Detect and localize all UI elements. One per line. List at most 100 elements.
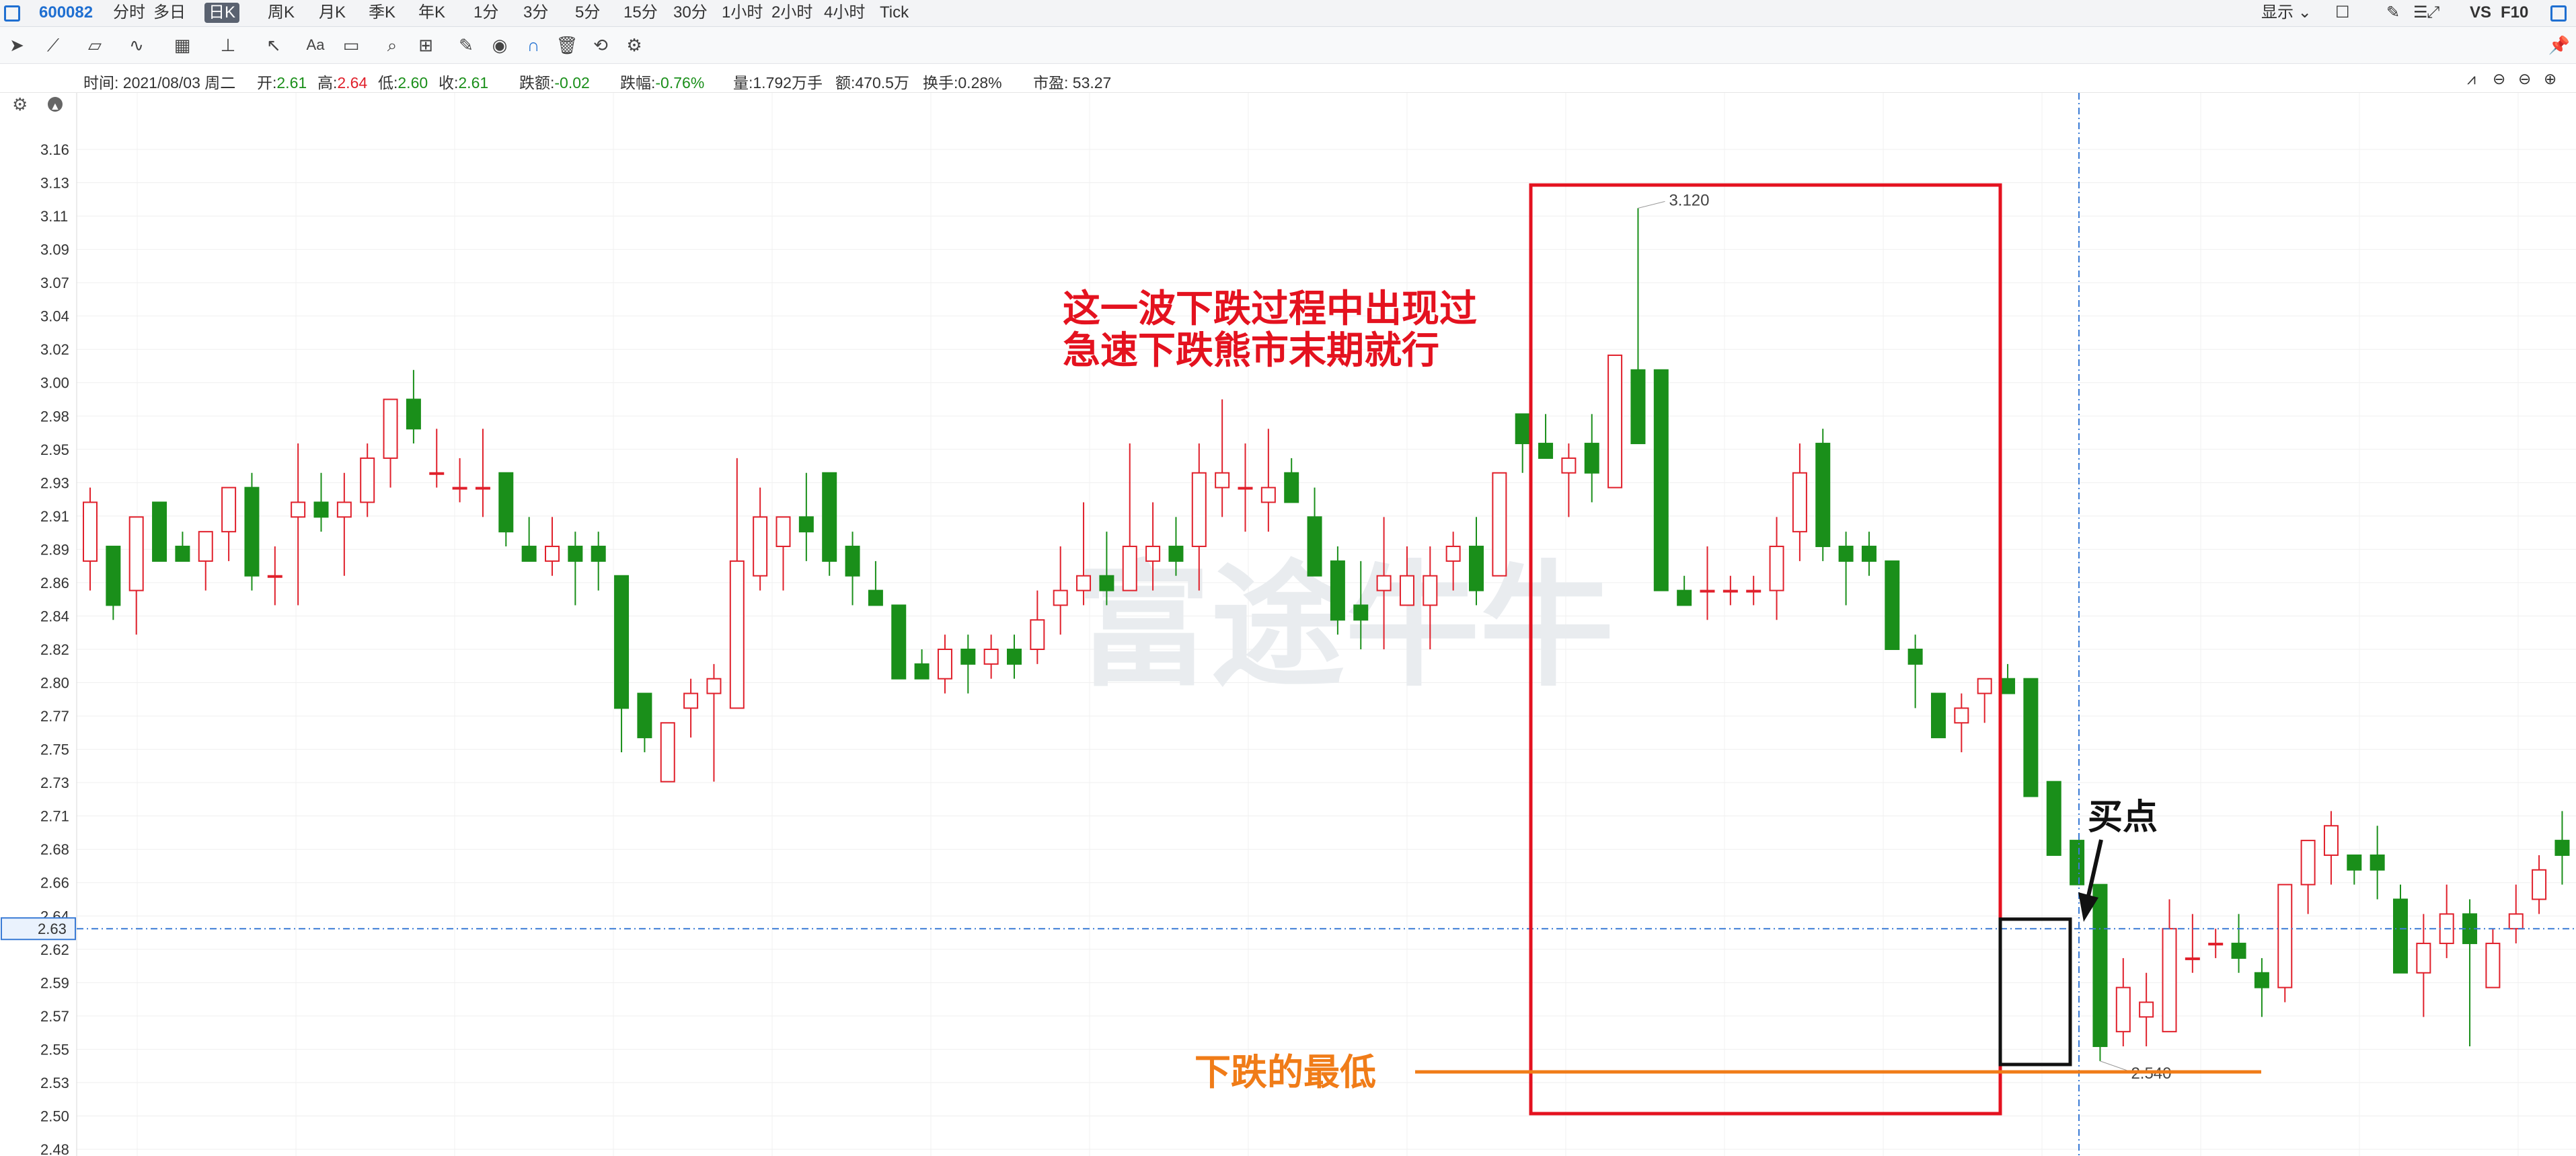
candle[interactable] — [2000, 663, 2016, 694]
arrow-tool-icon[interactable]: ↖ — [262, 34, 285, 57]
candle[interactable] — [1284, 458, 1299, 503]
candle[interactable] — [2046, 781, 2061, 856]
candle[interactable] — [706, 663, 722, 782]
trash-icon[interactable]: 🗑 — [556, 34, 578, 57]
candle[interactable] — [106, 546, 121, 620]
candle[interactable] — [545, 517, 560, 576]
candle[interactable] — [452, 458, 467, 503]
candle[interactable] — [1607, 354, 1623, 489]
candle[interactable] — [498, 472, 514, 547]
square-icon[interactable]: ☐ — [2335, 3, 2350, 23]
zoom-out-icon[interactable]: ⊖ — [2518, 70, 2531, 88]
period-tab[interactable]: 3分 — [523, 3, 548, 23]
settings-icon[interactable]: ⚙ — [623, 34, 646, 57]
fib-tool-icon[interactable]: ▦ — [171, 34, 194, 57]
candle[interactable] — [1492, 472, 1507, 577]
candle[interactable] — [1885, 560, 1900, 650]
candle[interactable] — [152, 501, 167, 562]
candle[interactable] — [1722, 575, 1738, 606]
layout-icon[interactable] — [4, 5, 20, 22]
period-tab[interactable]: 2小时 — [771, 3, 812, 23]
candle[interactable] — [1907, 635, 1923, 709]
candle[interactable] — [2532, 855, 2547, 914]
candle[interactable] — [1861, 532, 1877, 576]
candle[interactable] — [1954, 693, 1969, 752]
candle[interactable] — [2439, 884, 2454, 958]
period-tab[interactable]: 年K — [418, 3, 445, 23]
display-dropdown[interactable]: 显示 ⌄ — [2261, 3, 2312, 23]
candle[interactable] — [568, 532, 583, 606]
period-tab[interactable]: 5分 — [575, 3, 600, 23]
candle[interactable] — [2139, 972, 2154, 1047]
candle[interactable] — [2554, 811, 2570, 885]
candle[interactable] — [1122, 443, 1137, 591]
stock-code[interactable]: 600082 — [39, 3, 93, 23]
candle[interactable] — [591, 532, 606, 591]
period-tab[interactable]: 日K — [204, 3, 240, 23]
candle[interactable] — [1746, 575, 1761, 606]
candle[interactable] — [2485, 929, 2501, 988]
comment-tool-icon[interactable]: ▭ — [340, 34, 363, 57]
candle[interactable] — [1561, 443, 1577, 517]
chart-settings-icon[interactable]: ⚙ — [12, 94, 28, 114]
candle[interactable] — [2231, 914, 2246, 973]
candle[interactable] — [1307, 487, 1322, 577]
candle[interactable] — [614, 575, 630, 752]
candle[interactable] — [1007, 635, 1022, 679]
candle[interactable] — [1215, 399, 1230, 517]
candle[interactable] — [937, 635, 952, 694]
sync-icon[interactable]: ⟲ — [589, 34, 612, 57]
candle[interactable] — [753, 487, 768, 591]
candle[interactable] — [2023, 678, 2039, 797]
sidebar-toggle-icon[interactable] — [2550, 5, 2567, 22]
period-tab[interactable]: 多日 — [153, 3, 186, 23]
candle[interactable] — [798, 472, 814, 561]
candle[interactable] — [868, 561, 883, 606]
period-tab[interactable]: 季K — [369, 3, 395, 23]
fullscreen-icon[interactable]: ⤢ — [2427, 3, 2439, 23]
candle[interactable] — [2347, 854, 2362, 885]
menu-icon[interactable]: ☰ — [2413, 3, 2428, 23]
candle[interactable] — [2462, 899, 2478, 1047]
wave-tool-icon[interactable]: ∿ — [125, 34, 148, 57]
candle[interactable] — [2115, 958, 2131, 1047]
period-tab[interactable]: 分时 — [113, 3, 145, 23]
f10-button[interactable]: F10 — [2501, 3, 2528, 23]
candle[interactable] — [2416, 914, 2431, 1017]
candle[interactable] — [360, 443, 375, 517]
candle[interactable] — [1838, 532, 1854, 606]
pin-icon[interactable]: 📌 — [2548, 34, 2571, 57]
candle[interactable] — [221, 486, 237, 561]
candle[interactable] — [2208, 929, 2224, 958]
candle[interactable] — [2092, 883, 2108, 1061]
period-tab[interactable]: 1小时 — [722, 3, 763, 23]
candle[interactable] — [2070, 840, 2085, 886]
candle[interactable] — [683, 678, 699, 738]
candle[interactable] — [2300, 840, 2316, 914]
cursor-icon[interactable]: ➤ — [5, 34, 28, 57]
eye-icon[interactable]: ◉ — [488, 34, 511, 57]
candle[interactable] — [313, 472, 329, 532]
candle[interactable] — [1769, 517, 1784, 620]
candle[interactable] — [336, 472, 352, 576]
period-tab[interactable]: 15分 — [623, 3, 658, 23]
period-tab[interactable]: 1分 — [473, 3, 498, 23]
candle[interactable] — [1700, 546, 1715, 620]
candle[interactable] — [1630, 208, 1646, 445]
candle[interactable] — [2162, 899, 2177, 1033]
candle[interactable] — [914, 649, 930, 680]
candle[interactable] — [2508, 884, 2524, 944]
chart-collapse-icon[interactable]: ▲ — [48, 97, 63, 112]
channel-tool-icon[interactable]: ▱ — [83, 34, 106, 57]
zoom-icon[interactable]: ⌕ — [381, 34, 404, 57]
candle[interactable] — [1053, 546, 1068, 635]
candle[interactable] — [1653, 369, 1669, 591]
candle[interactable] — [1238, 443, 1253, 532]
candle[interactable] — [1515, 413, 1530, 473]
candle[interactable] — [291, 443, 306, 606]
candle[interactable] — [637, 692, 652, 752]
candle[interactable] — [845, 532, 860, 606]
candle[interactable] — [2185, 914, 2200, 973]
collapse-icon[interactable]: ⊖ — [2493, 70, 2505, 88]
candle[interactable] — [775, 516, 791, 591]
